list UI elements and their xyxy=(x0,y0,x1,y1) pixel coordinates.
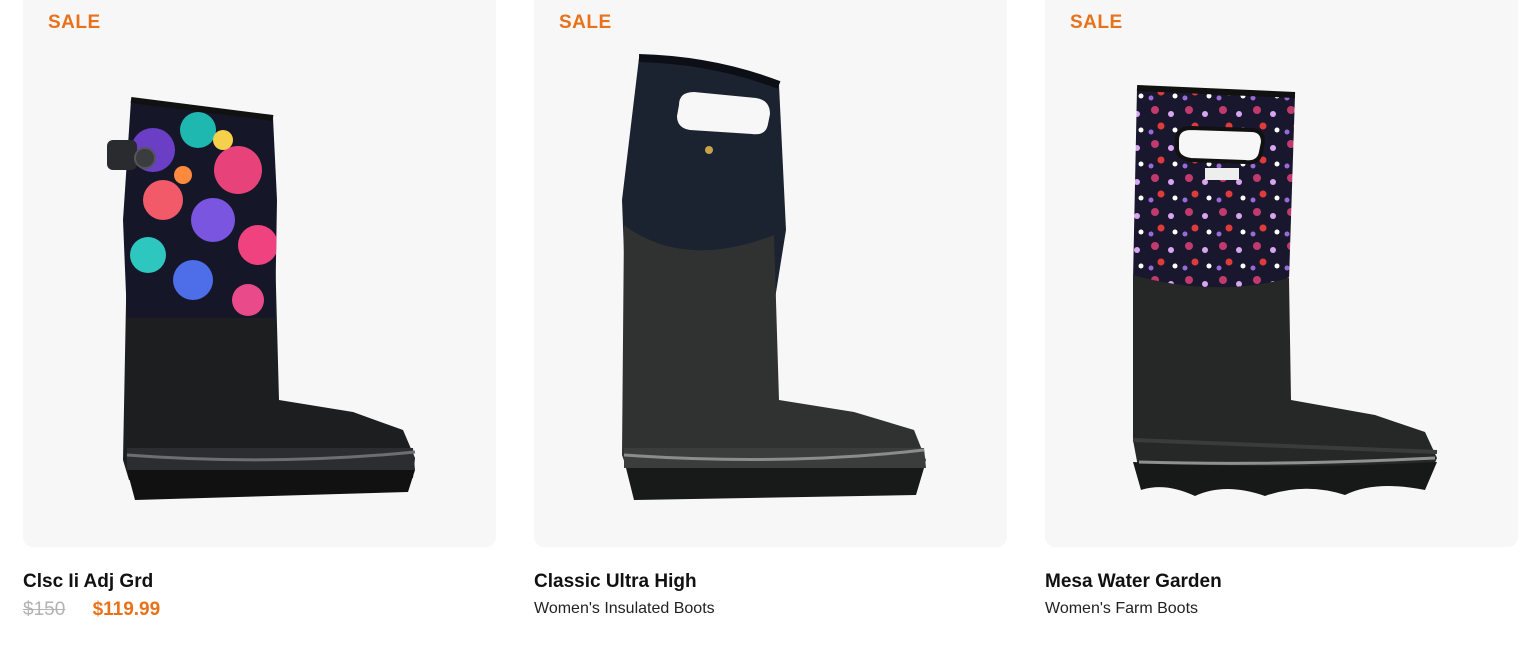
product-card[interactable]: SALE xyxy=(23,0,496,620)
price-group: $150 $119.99 xyxy=(23,599,160,621)
product-card[interactable]: SALE xyxy=(1045,0,1518,617)
product-name-link[interactable]: Classic Ultra High xyxy=(534,571,697,593)
product-name-link[interactable]: Mesa Water Garden xyxy=(1045,571,1222,593)
product-name-link[interactable]: Clsc Ii Adj Grd xyxy=(23,571,153,593)
sale-price: $119.99 xyxy=(92,599,161,620)
product-card[interactable]: SALE Classic Ultra High Women's Insulate… xyxy=(534,0,1007,617)
product-image-link[interactable]: SALE xyxy=(534,0,1007,547)
product-image-link[interactable]: SALE xyxy=(1045,0,1518,547)
product-grid: SALE Clsc Ii Adj Grd $150 $119.99 SALE C… xyxy=(0,0,1532,652)
product-category: Women's Insulated Boots xyxy=(534,600,715,617)
floral-rain-boot-image xyxy=(107,97,416,500)
product-image-link[interactable]: SALE xyxy=(23,0,496,547)
black-rain-boot-image xyxy=(622,54,926,500)
original-price: $150 xyxy=(23,599,66,620)
product-category: Women's Farm Boots xyxy=(1045,600,1199,617)
garden-rain-boot-image xyxy=(1132,85,1438,496)
